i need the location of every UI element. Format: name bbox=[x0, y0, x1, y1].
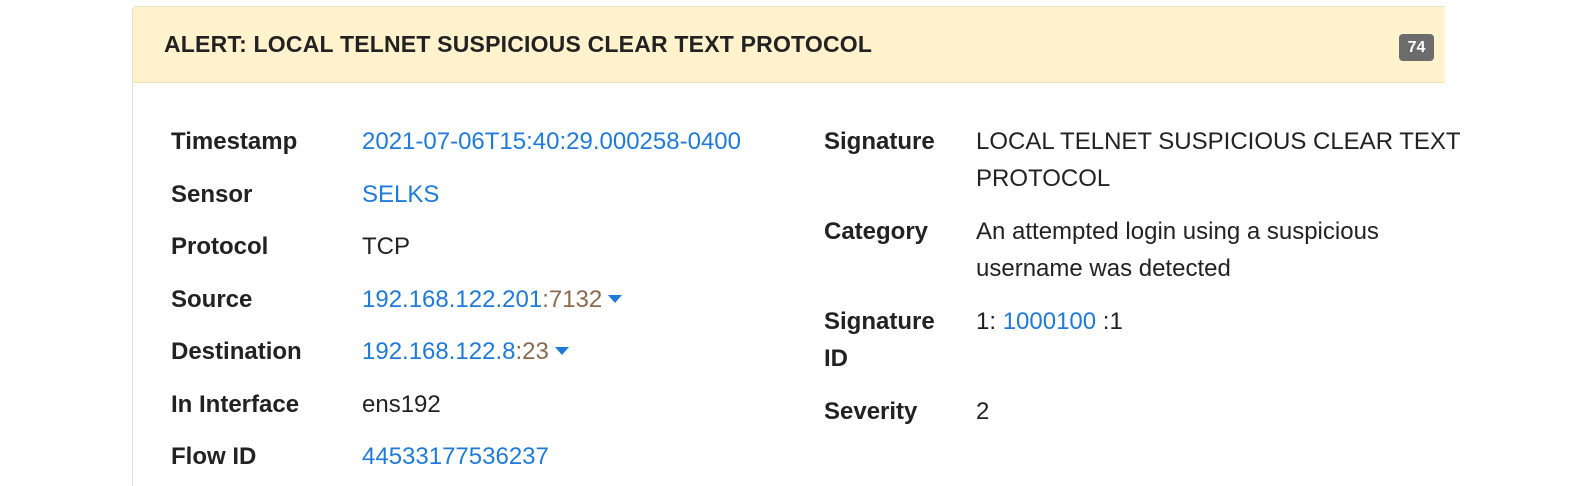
signature-gid: 1: bbox=[976, 308, 997, 335]
destination-dropdown-caret-icon[interactable] bbox=[554, 347, 569, 355]
timestamp-label: Timestamp bbox=[171, 128, 298, 155]
alert-title: ALERT: LOCAL TELNET SUSPICIOUS CLEAR TEX… bbox=[164, 31, 873, 57]
sensor-label: Sensor bbox=[171, 181, 253, 208]
source-port-sep: : bbox=[542, 286, 549, 313]
alert-count-badge: 74 bbox=[1399, 34, 1434, 61]
category-value-line2: username was detected bbox=[976, 255, 1231, 282]
in-interface-value: ens192 bbox=[362, 391, 441, 418]
signature-sid-link[interactable]: 1000100 bbox=[1003, 308, 1096, 335]
source-value: 192.168.122.201:7132 bbox=[362, 281, 623, 318]
flow-id-label: Flow ID bbox=[171, 443, 257, 470]
category-value-line1: An attempted login using a suspicious bbox=[976, 218, 1379, 245]
signature-rev: :1 bbox=[1102, 308, 1123, 335]
alert-header: ALERT: LOCAL TELNET SUSPICIOUS CLEAR TEX… bbox=[133, 7, 1445, 83]
protocol-value: TCP bbox=[362, 233, 410, 260]
in-interface-label: In Interface bbox=[171, 391, 300, 418]
signature-id-label-line2: ID bbox=[824, 345, 848, 372]
timestamp-link[interactable]: 2021-07-06T15:40:29.000258-0400 bbox=[362, 123, 741, 160]
sensor-link[interactable]: SELKS bbox=[362, 176, 439, 213]
destination-label: Destination bbox=[171, 338, 302, 365]
source-port-link[interactable]: 7132 bbox=[549, 286, 602, 313]
signature-value-line1: LOCAL TELNET SUSPICIOUS CLEAR TEXT bbox=[976, 128, 1461, 155]
severity-label: Severity bbox=[824, 398, 918, 425]
source-dropdown-caret-icon[interactable] bbox=[608, 295, 623, 303]
signature-id-label-line1: Signature bbox=[824, 308, 935, 335]
signature-value-line2: PROTOCOL bbox=[976, 165, 1111, 192]
signature-id-value: 1: 1000100 :1 bbox=[976, 303, 1123, 340]
flow-id-link[interactable]: 44533177536237 bbox=[362, 438, 549, 475]
source-ip-link[interactable]: 192.168.122.201 bbox=[362, 286, 542, 313]
destination-value: 192.168.122.8:23 bbox=[362, 333, 569, 370]
protocol-label: Protocol bbox=[171, 233, 269, 260]
signature-label: Signature bbox=[824, 128, 935, 155]
destination-port-link[interactable]: 23 bbox=[522, 338, 549, 365]
source-label: Source bbox=[171, 286, 253, 313]
destination-ip-link[interactable]: 192.168.122.8 bbox=[362, 338, 515, 365]
category-label: Category bbox=[824, 218, 929, 245]
severity-value: 2 bbox=[976, 398, 990, 425]
